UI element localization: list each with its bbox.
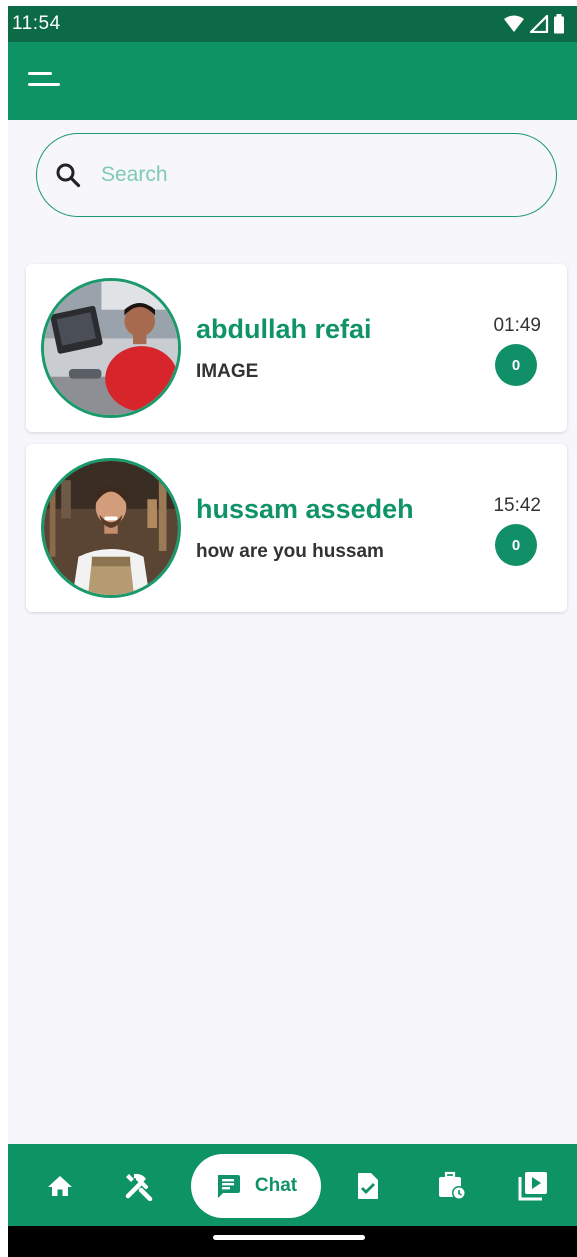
signal-icon (529, 15, 549, 33)
tools-icon (125, 1173, 153, 1201)
chat-last-message: how are you hussam (196, 541, 384, 562)
chat-name: hussam assedeh (196, 494, 414, 524)
avatar (41, 278, 181, 418)
unread-badge: 0 (495, 344, 537, 386)
chat-time: 01:49 (493, 315, 541, 336)
nav-bookings[interactable] (436, 1170, 468, 1202)
chat-time: 15:42 (493, 495, 541, 516)
search-bar[interactable] (36, 133, 557, 217)
video-library-icon (518, 1172, 547, 1201)
home-icon (48, 1176, 72, 1196)
system-navigation-bar (8, 1226, 577, 1257)
chat-name: abdullah refai (196, 314, 372, 344)
avatar (41, 458, 181, 598)
briefcase-clock-icon (439, 1171, 466, 1200)
chat-list-item[interactable]: hussam assedeh how are you hussam 15:42 … (26, 444, 567, 612)
nav-services[interactable] (123, 1170, 155, 1202)
search-icon (56, 163, 81, 188)
unread-badge: 0 (495, 524, 537, 566)
nav-home[interactable] (44, 1170, 76, 1202)
battery-icon (554, 14, 564, 34)
search-input[interactable] (101, 163, 501, 187)
document-check-icon (358, 1173, 378, 1199)
nav-orders[interactable] (352, 1170, 384, 1202)
status-bar: 11:54 (8, 6, 577, 42)
app-screen: 11:54 Search abdullah refai IMAGE 01:49 … (8, 6, 577, 1257)
status-time: 11:54 (12, 13, 61, 34)
gesture-handle[interactable] (213, 1235, 365, 1240)
status-icons (503, 14, 565, 34)
chat-last-message: IMAGE (196, 361, 259, 382)
menu-icon (28, 72, 60, 86)
wifi-icon (504, 15, 524, 32)
chat-icon (217, 1175, 240, 1198)
app-bar (8, 42, 577, 120)
nav-chat[interactable]: Chat (191, 1154, 321, 1218)
menu-button[interactable] (24, 64, 64, 94)
nav-videos[interactable] (517, 1170, 549, 1202)
bottom-navigation: Chat (8, 1144, 577, 1226)
chat-list-item[interactable]: abdullah refai IMAGE 01:49 0 (26, 264, 567, 432)
nav-chat-label: Chat (254, 1175, 298, 1196)
